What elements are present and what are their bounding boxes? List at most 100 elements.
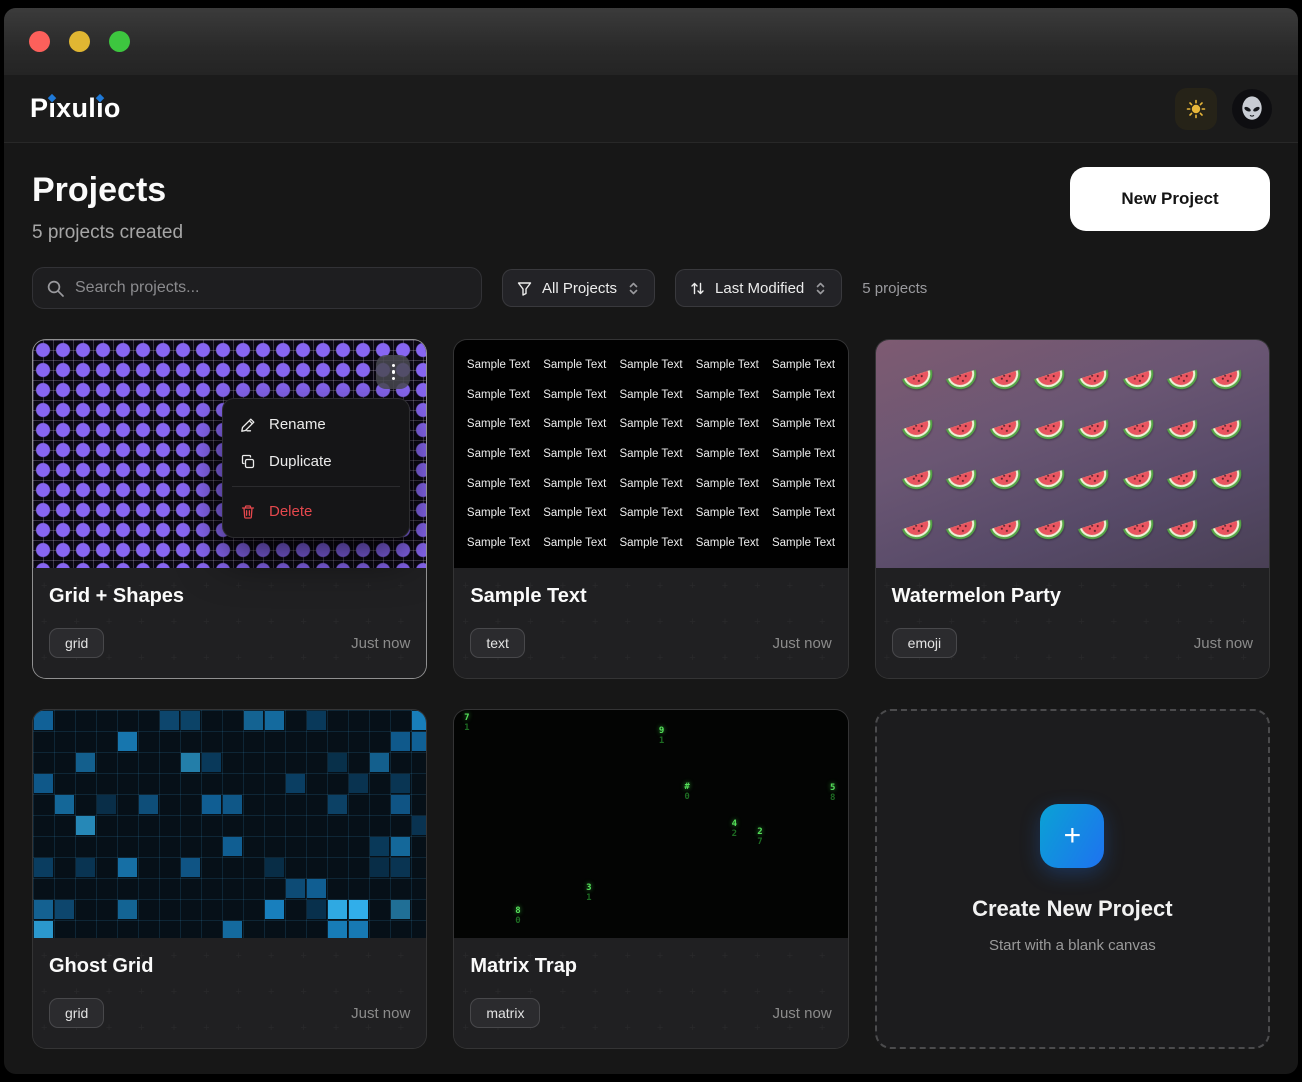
plus-icon: + (1040, 804, 1104, 868)
watermelon-slice-icon (1119, 464, 1159, 495)
filter-dropdown-label: All Projects (542, 280, 617, 297)
watermelon-slice-icon (898, 414, 938, 445)
watermelon-slice-icon (1075, 364, 1115, 395)
copy-icon (240, 454, 256, 470)
new-project-button[interactable]: New Project (1070, 167, 1270, 231)
project-tag: grid (49, 998, 104, 1028)
watermelon-slice-icon (1119, 514, 1159, 545)
watermelon-slice-icon (942, 364, 982, 395)
zoom-window-button[interactable] (109, 31, 130, 52)
card-footer: ++++++++++++++++++++++++++++++++++++++++… (454, 938, 847, 1048)
card-menu-button[interactable] (376, 355, 410, 389)
menu-item-label: Duplicate (269, 453, 332, 470)
project-time: Just now (772, 1005, 831, 1022)
watermelon-slice-icon (1075, 414, 1115, 445)
watermelon-slice-icon (986, 414, 1026, 445)
watermelon-slice-icon (1163, 514, 1203, 545)
app-logo: Pıxulıo (30, 93, 121, 124)
watermelon-slice-icon (1163, 414, 1203, 445)
project-thumbnail (876, 340, 1269, 568)
app-header: Pıxulıo (4, 75, 1298, 143)
project-count: 5 projects (862, 280, 927, 297)
project-title: Matrix Trap (470, 955, 831, 978)
user-avatar[interactable] (1232, 89, 1272, 129)
project-card-grid-shapes[interactable]: Rename Duplicate Delete (32, 339, 427, 679)
watermelon-slice-icon (898, 364, 938, 395)
theme-toggle-button[interactable] (1175, 88, 1217, 130)
watermelon-slice-icon (1119, 414, 1159, 445)
menu-item-delete[interactable]: Delete (230, 493, 402, 530)
sort-dropdown[interactable]: Last Modified (675, 269, 842, 307)
card-footer: ++++++++++++++++++++++++++++++++++++++++… (33, 938, 426, 1048)
sun-icon (1186, 99, 1206, 119)
close-window-button[interactable] (29, 31, 50, 52)
watermelon-slice-icon (1207, 464, 1247, 495)
watermelon-slice-icon (1030, 514, 1070, 545)
watermelon-slice-icon (986, 464, 1026, 495)
create-card-title: Create New Project (972, 896, 1173, 922)
watermelon-slice-icon (898, 464, 938, 495)
card-footer: ++++++++++++++++++++++++++++++++++++++++… (454, 568, 847, 678)
page-title: Projects (32, 171, 183, 210)
watermelon-slice-icon (1163, 464, 1203, 495)
context-menu: Rename Duplicate Delete (222, 398, 410, 538)
watermelon-slice-icon (942, 464, 982, 495)
project-title: Grid + Shapes (49, 585, 410, 608)
pencil-icon (240, 417, 256, 433)
project-thumbnail: Sample TextSample TextSample TextSample … (454, 340, 847, 568)
menu-divider (232, 486, 400, 487)
page-subtitle: 5 projects created (32, 222, 183, 244)
main-content: Projects 5 projects created New Project … (4, 143, 1298, 1074)
project-tag: grid (49, 628, 104, 658)
card-footer: ++++++++++++++++++++++++++++++++++++++++… (876, 568, 1269, 678)
app-window: Pıxulıo Projects 5 proje (4, 8, 1298, 1074)
watermelon-slice-icon (942, 414, 982, 445)
watermelon-slice-icon (898, 514, 938, 545)
card-footer: ++++++++++++++++++++++++++++++++++++++++… (33, 568, 426, 678)
chevron-updown-icon (814, 281, 827, 296)
project-card-watermelon-party[interactable]: ++++++++++++++++++++++++++++++++++++++++… (875, 339, 1270, 679)
menu-item-rename[interactable]: Rename (230, 406, 402, 443)
watermelon-slice-icon (1119, 364, 1159, 395)
project-thumbnail: 7191#05842273180 (454, 710, 847, 938)
search-input[interactable] (75, 279, 468, 297)
menu-item-label: Rename (269, 416, 326, 433)
filter-funnel-icon (517, 281, 532, 296)
project-title: Watermelon Party (892, 585, 1253, 608)
search-box (32, 267, 482, 309)
watermelon-slice-icon (1163, 364, 1203, 395)
project-time: Just now (351, 635, 410, 652)
project-thumbnail (33, 710, 426, 938)
project-title: Sample Text (470, 585, 831, 608)
project-card-ghost-grid[interactable]: ++++++++++++++++++++++++++++++++++++++++… (32, 709, 427, 1049)
watermelon-slice-icon (942, 514, 982, 545)
minimize-window-button[interactable] (69, 31, 90, 52)
watermelon-slice-icon (1207, 414, 1247, 445)
project-tag: emoji (892, 628, 957, 658)
project-title: Ghost Grid (49, 955, 410, 978)
alien-avatar-icon (1238, 95, 1266, 123)
project-card-sample-text[interactable]: Sample TextSample TextSample TextSample … (453, 339, 848, 679)
create-card-subtitle: Start with a blank canvas (989, 937, 1156, 954)
watermelon-slice-icon (1030, 364, 1070, 395)
trash-icon (240, 504, 256, 520)
watermelon-slice-icon (1030, 464, 1070, 495)
sort-dropdown-label: Last Modified (715, 280, 804, 297)
create-new-project-card[interactable]: + Create New Project Start with a blank … (875, 709, 1270, 1049)
project-tag: text (470, 628, 525, 658)
watermelon-slice-icon (1207, 364, 1247, 395)
sort-arrows-icon (690, 281, 705, 296)
project-grid: Rename Duplicate Delete (32, 339, 1270, 1074)
project-card-matrix-trap[interactable]: 7191#05842273180 +++++++++++++++++++++++… (453, 709, 848, 1049)
watermelon-slice-icon (1030, 414, 1070, 445)
toolbar: All Projects Last Modified 5 projects (32, 267, 1270, 309)
watermelon-slice-icon (986, 364, 1026, 395)
filter-dropdown[interactable]: All Projects (502, 269, 655, 307)
watermelon-slice-icon (1075, 464, 1115, 495)
project-tag: matrix (470, 998, 540, 1028)
watermelon-slice-icon (1207, 514, 1247, 545)
page-head: Projects 5 projects created New Project (32, 167, 1270, 244)
menu-item-duplicate[interactable]: Duplicate (230, 443, 402, 480)
search-icon (46, 279, 65, 298)
titlebar (4, 8, 1298, 75)
